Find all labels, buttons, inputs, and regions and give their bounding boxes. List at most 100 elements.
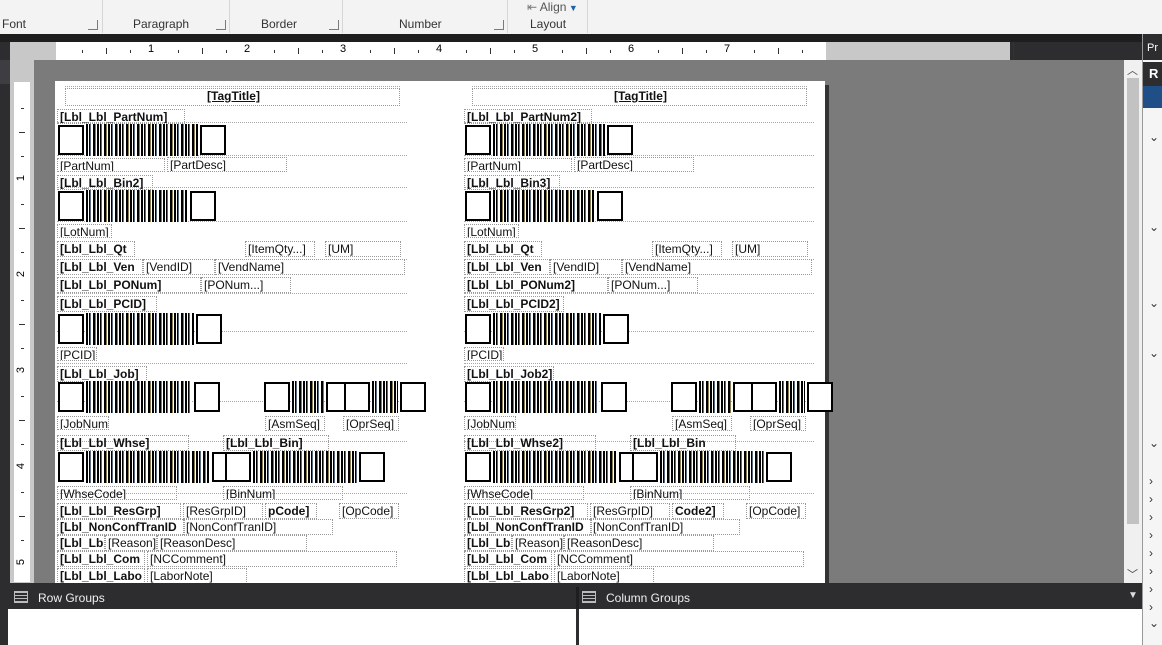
report-field-job-label[interactable]: [Lbl_Lbl_Job] [57,366,147,382]
report-field-part-desc[interactable]: [PartDesc] [574,157,694,172]
report-field-ponum-label[interactable]: [Lbl_Lbl_PONum2] [464,277,608,293]
report-field-labor-label[interactable]: [Lbl_Lbl_Labo [464,568,552,583]
chevron-right-icon[interactable]: › [1149,546,1153,560]
report-field-resgrp-id[interactable]: [ResGrpID] [183,503,263,519]
report-field-whse-label[interactable]: [Lbl_Lbl_Whse] [57,435,189,451]
chevron-right-icon[interactable]: › [1149,492,1153,506]
report-field-asm-seq[interactable]: [AsmSeq] [672,416,732,431]
barcode-image[interactable] [344,381,426,413]
report-field-pcid[interactable]: [PCID] [464,347,504,361]
report-field-resgrp-label[interactable]: [Lbl_Lbl_ResGrp] [57,503,181,519]
report-field-job-num[interactable]: [JobNum] [57,416,109,430]
report-field-reason[interactable]: [Reason] [512,535,564,551]
chevron-right-icon[interactable]: › [1149,600,1153,614]
report-field-pcid-label[interactable]: [Lbl_Lbl_PCID] [57,296,157,312]
barcode-image[interactable] [264,381,352,413]
report-field-nc-comment[interactable]: [NCComment] [554,551,804,567]
report-field-ponum[interactable]: [PONum...] [201,277,291,293]
scrollbar-thumb[interactable] [1127,78,1139,524]
report-field-nonconf-id[interactable]: [NonConfTranID] [590,519,740,535]
paragraph-dialog-launcher[interactable] [216,20,226,30]
column-groups-pane[interactable] [579,609,1142,645]
barcode-image[interactable] [465,451,645,483]
report-field-part-num[interactable]: [PartNum] [57,158,165,172]
chevron-right-icon[interactable]: › [1149,528,1153,542]
report-field-vend-id[interactable]: [VendID] [550,259,622,275]
report-field-vend-label[interactable]: [Lbl_Lbl_Ven [464,259,550,275]
dropdown-arrow-icon[interactable]: ▼ [1128,590,1138,601]
report-field-whse-code[interactable]: [WhseCode] [464,486,584,500]
chevron-down-icon[interactable]: ⌄ [1149,436,1159,450]
report-field-nc-comment[interactable]: [NCComment] [147,551,397,567]
panel-subheader[interactable]: R [1143,62,1162,86]
scroll-up-icon[interactable]: ︿ [1127,62,1138,78]
report-field-bin2-label[interactable]: [Lbl_Lbl_Bin [630,435,736,451]
report-field-bin-label[interactable]: [Lbl_Lbl_Bin3] [464,175,560,190]
report-field-resgrp-label[interactable]: [Lbl_Lbl_ResGrp2] [464,503,588,519]
report-field-opr-seq[interactable]: [OprSeq] [750,416,806,431]
chevron-down-icon[interactable]: ⌄ [1149,616,1159,630]
align-button[interactable]: ⇤ Align ▼ [527,0,578,14]
report-field-pcid[interactable]: [PCID] [57,347,97,361]
report-field-ponum[interactable]: [PONum...] [608,277,698,293]
report-field-qty-label[interactable]: [Lbl_Lbl_Qt [57,241,135,257]
report-field-lot-num[interactable]: [LotNum] [57,224,112,238]
report-field-nonconf-label[interactable]: [Lbl_NonConfTranID [464,519,592,535]
report-field-part-num-label[interactable]: [Lbl_Lbl_PartNum2] [464,109,592,124]
vertical-scrollbar[interactable]: ︿ ﹀ [1124,60,1142,583]
report-page[interactable]: [TagTitle] [Lbl_Lbl_PartNum] [PartNum] [Par… [55,81,833,583]
report-field-um[interactable]: [UM] [325,241,401,257]
barcode-image[interactable] [671,381,759,413]
report-field-vend-name[interactable]: [VendName] [215,259,405,275]
barcode-image[interactable] [751,381,833,413]
row-groups-pane[interactable] [8,609,576,645]
report-field-job-num[interactable]: [JobNum] [464,416,516,430]
chevron-down-icon[interactable]: ⌄ [1149,296,1159,310]
report-field-reason-desc[interactable]: [ReasonDesc] [157,535,307,551]
report-field-vend-label[interactable]: [Lbl_Lbl_Ven [57,259,143,275]
design-surface[interactable]: [TagTitle] [Lbl_Lbl_PartNum] [PartNum] [Par… [34,60,1124,583]
report-field-pcode[interactable]: Code2] [672,503,724,519]
border-dialog-launcher[interactable] [329,20,339,30]
toolbox-tab[interactable] [0,60,10,84]
scroll-down-icon[interactable]: ﹀ [1127,566,1138,582]
report-field-lot-num[interactable]: [LotNum] [464,224,519,238]
report-field-whse-code[interactable]: [WhseCode] [57,486,177,500]
report-field-pcid-label[interactable]: [Lbl_Lbl_PCID2] [464,296,564,312]
report-field-vend-name[interactable]: [VendName] [622,259,812,275]
chevron-right-icon[interactable]: › [1149,474,1153,488]
report-field-item-qty[interactable]: [ItemQty...] [652,241,722,257]
barcode-image[interactable] [465,381,627,413]
report-field-item-qty[interactable]: [ItemQty...] [245,241,315,257]
barcode-image[interactable] [58,124,226,156]
report-field-vend-id[interactable]: [VendID] [143,259,215,275]
pane-splitter[interactable] [576,587,579,609]
report-field-reason[interactable]: [Reason] [105,535,157,551]
report-field-comment-label[interactable]: [Lbl_Lbl_Com [464,551,552,567]
report-field-comment-label[interactable]: [Lbl_Lbl_Com [57,551,145,567]
report-field-tag-title[interactable]: [TagTitle] [472,88,807,106]
report-field-labor-note[interactable]: [LaborNote] [147,568,247,583]
barcode-image[interactable] [58,190,216,222]
report-field-bin-num[interactable]: [BinNum] [223,486,343,500]
report-field-opr-seq[interactable]: [OprSeq] [343,416,399,431]
font-dialog-launcher[interactable] [88,20,98,30]
report-field-pcode[interactable]: pCode] [265,503,317,519]
report-field-part-num-label[interactable]: [Lbl_Lbl_PartNum] [57,109,185,124]
report-field-asm-seq[interactable]: [AsmSeq] [265,416,325,431]
barcode-image[interactable] [465,124,633,156]
report-field-labor-note[interactable]: [LaborNote] [554,568,654,583]
report-field-nonconf-id[interactable]: [NonConfTranID] [183,519,333,535]
report-field-labor-label[interactable]: [Lbl_Lbl_Labo [57,568,145,583]
report-field-opcode[interactable]: [OpCode] [339,503,399,519]
report-field-reason-label[interactable]: [Lbl_Lbl [464,535,512,551]
barcode-image[interactable] [58,313,222,345]
report-field-reason-label[interactable]: [Lbl_Lbl [57,535,105,551]
report-field-whse-label[interactable]: [Lbl_Lbl_Whse2] [464,435,596,451]
barcode-image[interactable] [465,190,623,222]
panel-toolbar[interactable] [1143,86,1162,108]
report-field-bin2-label[interactable]: [Lbl_Lbl_Bin] [223,435,329,451]
report-field-ponum-label[interactable]: [Lbl_Lbl_PONum] [57,277,201,293]
chevron-down-icon[interactable]: ⌄ [1149,220,1159,234]
chevron-down-icon[interactable]: ⌄ [1149,130,1159,144]
